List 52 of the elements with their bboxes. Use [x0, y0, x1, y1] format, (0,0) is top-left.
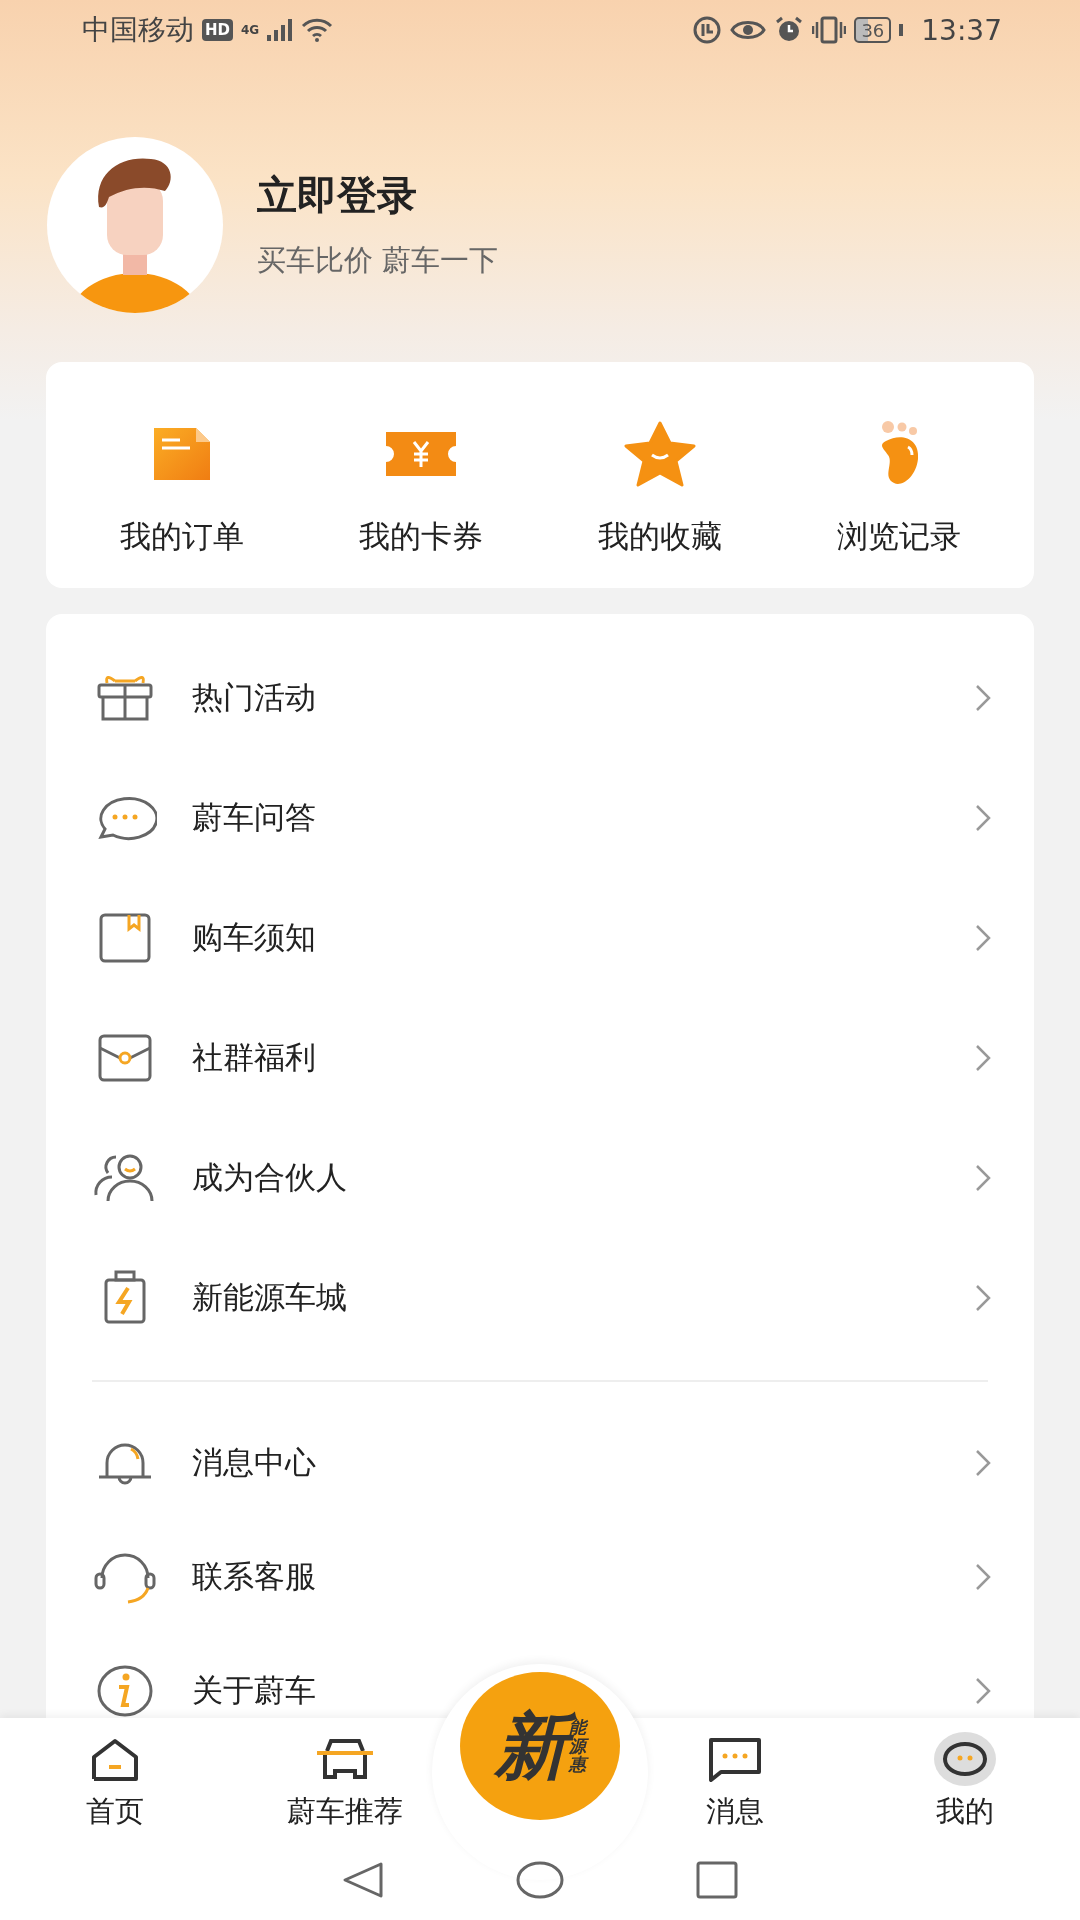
message-icon	[707, 1736, 763, 1782]
gift-icon	[95, 673, 155, 723]
menu-item[interactable]: 联系客服	[78, 1550, 316, 1604]
menu-item[interactable]: 蔚车问答	[78, 793, 316, 843]
quick-action[interactable]: 我的订单	[62, 362, 301, 588]
quick-action[interactable]: 浏览记录	[779, 362, 1018, 588]
info-icon	[95, 1663, 155, 1719]
chevron-right-icon	[974, 1562, 992, 1592]
eye-icon	[730, 18, 767, 42]
menu-item[interactable]: 购车须知	[78, 911, 316, 965]
carrier-name: 中国移动	[82, 12, 194, 48]
back-button[interactable]	[341, 1860, 385, 1900]
wifi-icon	[301, 18, 334, 42]
clock-time: 13:37	[921, 13, 1002, 47]
login-title[interactable]: 立即登录	[257, 168, 499, 223]
data-saver-icon	[692, 15, 723, 45]
menu-item[interactable]: 关于蔚车	[78, 1663, 316, 1719]
envelope-icon	[96, 1032, 154, 1084]
menu-item[interactable]: 热门活动	[78, 673, 316, 723]
chevron-right-icon	[974, 1043, 992, 1073]
battery-icon: 36	[854, 17, 892, 43]
book-icon	[97, 911, 153, 965]
battery-tip-icon	[899, 24, 904, 36]
vibrate-icon	[812, 16, 847, 44]
profile-face-icon	[942, 1741, 988, 1777]
menu-item[interactable]: 社群福利	[78, 1032, 316, 1084]
menu-item[interactable]: 成为合伙人	[78, 1153, 347, 1203]
chevron-right-icon	[974, 1448, 992, 1478]
quick-action[interactable]: 我的卡券	[301, 362, 540, 588]
chevron-right-icon	[974, 923, 992, 953]
coupon-icon	[383, 430, 458, 478]
recents-button[interactable]	[695, 1860, 739, 1900]
chevron-right-icon	[974, 1163, 992, 1193]
tab[interactable]: 我的	[850, 1718, 1080, 1840]
chevron-right-icon	[974, 1676, 992, 1706]
home-button[interactable]	[515, 1860, 565, 1900]
quick-action[interactable]: 我的收藏	[540, 362, 779, 588]
tab[interactable]: 首页	[0, 1718, 230, 1840]
battery-charge-icon	[102, 1270, 148, 1326]
chevron-right-icon	[974, 803, 992, 833]
chevron-right-icon	[974, 1283, 992, 1313]
tab[interactable]: 蔚车推荐	[230, 1718, 460, 1840]
menu-item[interactable]: 消息中心	[78, 1439, 316, 1487]
signal-icon	[267, 19, 294, 41]
car-front-icon	[315, 1737, 375, 1781]
chevron-right-icon	[974, 683, 992, 713]
network-type: 4G	[241, 23, 260, 37]
profile-subtitle: 买车比价 蔚车一下	[257, 242, 499, 279]
star-icon	[623, 421, 696, 487]
menu-item[interactable]: 新能源车城	[78, 1270, 347, 1326]
hd-badge: HD	[202, 19, 233, 41]
tab[interactable]: 消息	[620, 1718, 850, 1840]
